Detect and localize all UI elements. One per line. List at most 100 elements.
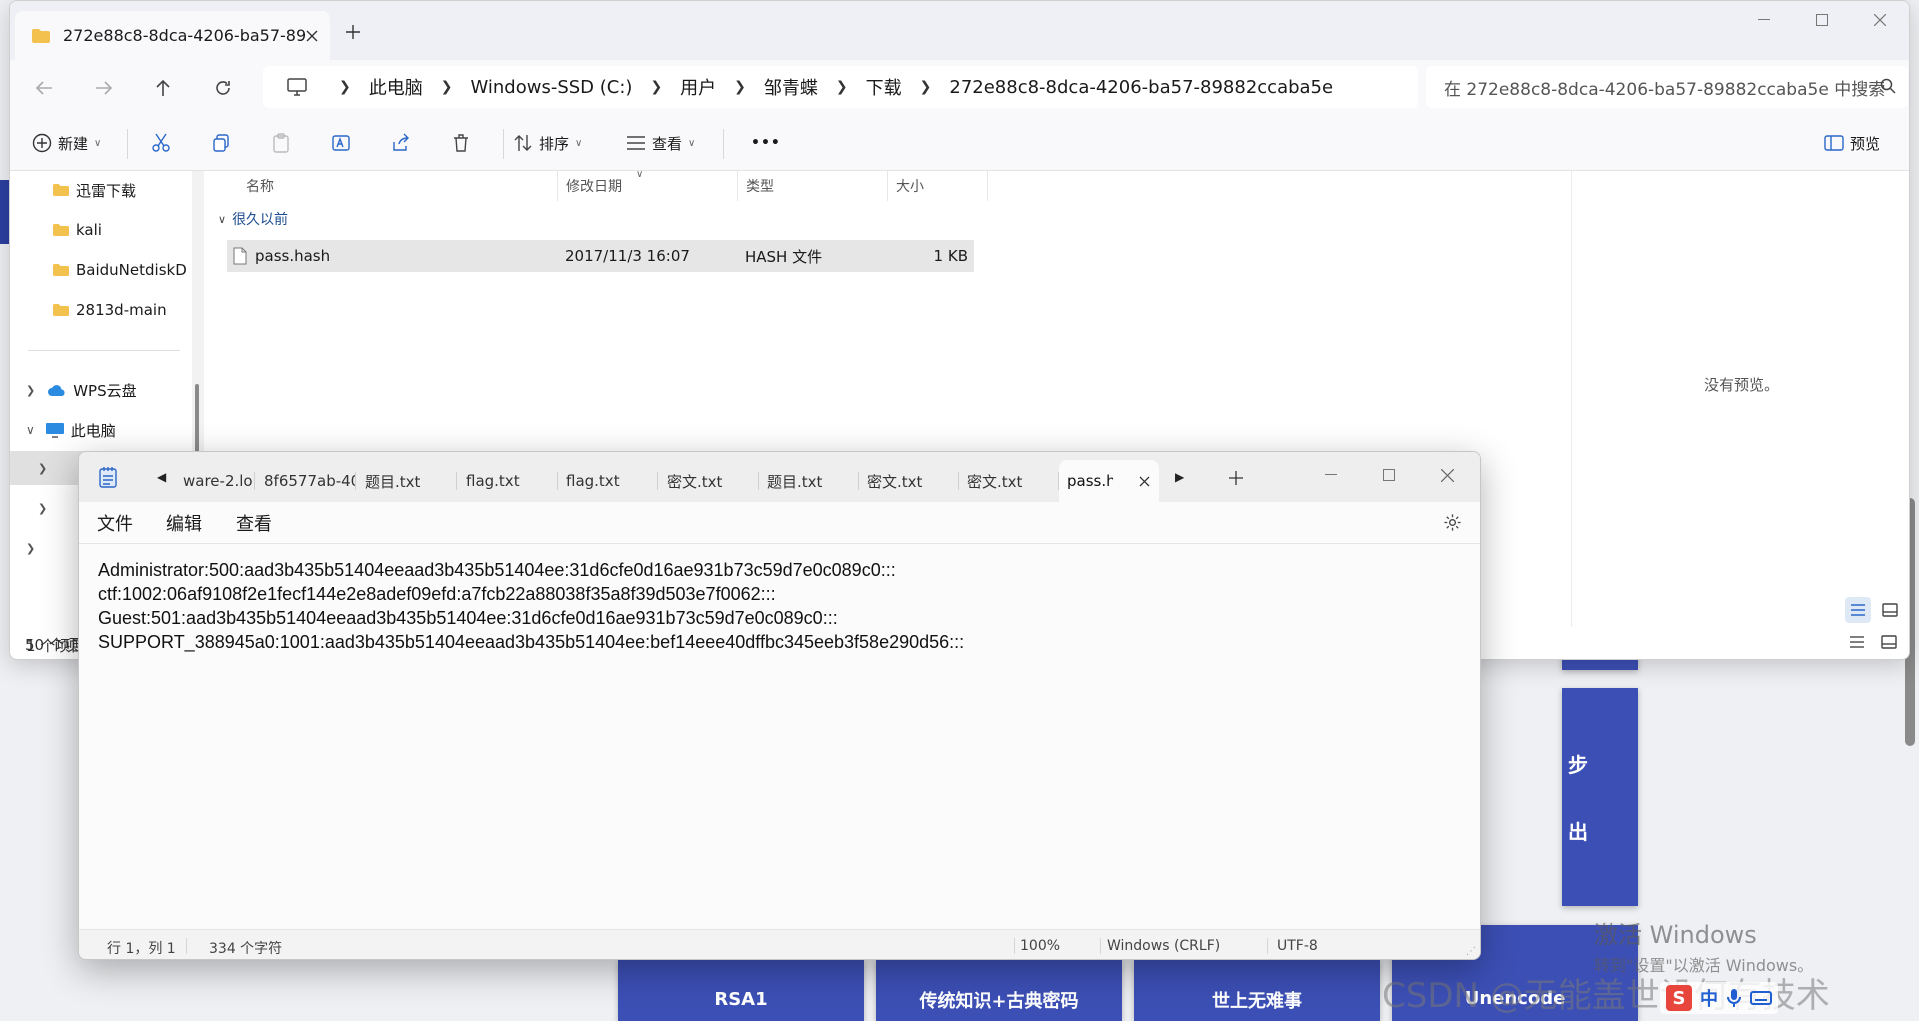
- menu-view[interactable]: 查看: [236, 510, 272, 536]
- file-row[interactable]: pass.hash 2017/11/3 16:07 HASH 文件 1 KB: [227, 240, 974, 272]
- more-options-button[interactable]: •••: [751, 115, 781, 171]
- chevron-right-icon[interactable]: ❯: [38, 502, 47, 515]
- nav-item-network[interactable]: ❯: [26, 531, 35, 565]
- nav-item-baidunetdisk[interactable]: BaiduNetdiskD: [52, 253, 187, 287]
- close-icon[interactable]: [1418, 456, 1476, 494]
- minimize-icon[interactable]: [1735, 1, 1793, 39]
- column-header-date[interactable]: 修改日期: [558, 171, 738, 201]
- line-ending[interactable]: Windows (CRLF): [1107, 938, 1220, 954]
- group-header[interactable]: ∨ 很久以前: [218, 209, 288, 229]
- nav-item-xunlei[interactable]: 迅雷下载: [52, 173, 136, 207]
- breadcrumb-users[interactable]: 用户: [680, 74, 716, 100]
- breadcrumb-this-pc[interactable]: 此电脑: [369, 74, 423, 100]
- chevron-right-icon[interactable]: ❯: [26, 542, 35, 555]
- nav-item-kali[interactable]: kali: [52, 213, 102, 247]
- bg-card-classic-crypto[interactable]: 传统知识+古典密码: [876, 960, 1122, 1021]
- bg-card-rsa1[interactable]: RSA1: [618, 960, 864, 1021]
- details-view-icon[interactable]: [1845, 597, 1871, 623]
- sort-button[interactable]: 排序 ∨: [513, 115, 582, 171]
- keyboard-icon[interactable]: [1750, 990, 1772, 1006]
- maximize-icon[interactable]: [1360, 456, 1418, 494]
- chevron-right-icon[interactable]: ❯: [650, 79, 662, 95]
- ime-toolbar[interactable]: S 中: [1660, 982, 1778, 1014]
- tiles-view-icon[interactable]: [1876, 629, 1902, 655]
- search-icon[interactable]: [1880, 78, 1896, 94]
- notepad-tab[interactable]: 题目.txt: [759, 460, 859, 502]
- column-header-name[interactable]: 名称: [238, 171, 558, 201]
- breadcrumb-downloads[interactable]: 下载: [866, 74, 902, 100]
- menu-edit[interactable]: 编辑: [166, 510, 202, 536]
- chevron-right-icon[interactable]: ❯: [38, 462, 47, 475]
- breadcrumb-user[interactable]: 邹青蝶: [764, 74, 818, 100]
- encoding[interactable]: UTF-8: [1277, 938, 1318, 954]
- scroll-tabs-right-icon[interactable]: ▶: [1175, 470, 1184, 484]
- chevron-right-icon[interactable]: ❯: [339, 79, 351, 95]
- close-icon[interactable]: [1851, 1, 1909, 39]
- close-tab-icon[interactable]: [1139, 476, 1150, 487]
- notepad-tab[interactable]: flag.txt: [458, 460, 558, 502]
- forward-arrow-icon[interactable]: [84, 70, 124, 106]
- chevron-right-icon[interactable]: ❯: [836, 79, 848, 95]
- zoom-level[interactable]: 100%: [1020, 938, 1060, 954]
- text-editor[interactable]: Administrator:500:aad3b435b51404eeaad3b4…: [79, 544, 1480, 929]
- minimize-icon[interactable]: [1302, 456, 1360, 494]
- new-tab-icon[interactable]: [346, 25, 360, 39]
- column-header-type[interactable]: 类型: [738, 171, 888, 201]
- details-view-icon[interactable]: [1844, 629, 1870, 655]
- chevron-right-icon[interactable]: ❯: [734, 79, 746, 95]
- notepad-tab[interactable]: 密文.txt: [959, 460, 1059, 502]
- nav-item-wps-cloud[interactable]: ❯ WPS云盘: [26, 373, 137, 407]
- scroll-tabs-left-icon[interactable]: ◀: [157, 470, 166, 484]
- new-tab-icon[interactable]: [1229, 471, 1243, 485]
- notepad-tab[interactable]: 8f6577ab-40: [256, 460, 356, 502]
- notepad-tab[interactable]: 密文.txt: [659, 460, 759, 502]
- chevron-right-icon[interactable]: ❯: [26, 384, 35, 397]
- close-tab-icon[interactable]: [306, 30, 318, 42]
- breadcrumb-drive[interactable]: Windows-SSD (C:): [470, 77, 632, 98]
- chevron-right-icon[interactable]: ❯: [441, 79, 453, 95]
- address-bar[interactable]: ❯ 此电脑 ❯ Windows-SSD (C:) ❯ 用户 ❯ 邹青蝶 ❯ 下载…: [263, 66, 1418, 108]
- resize-grip-icon[interactable]: ⋰: [1466, 946, 1476, 957]
- up-arrow-icon[interactable]: [143, 70, 183, 106]
- new-button[interactable]: 新建 ∨: [32, 115, 101, 171]
- cut-button[interactable]: [151, 115, 171, 171]
- bg-card-nothing-hard[interactable]: 世上无难事: [1134, 960, 1380, 1021]
- explorer-titlebar[interactable]: 272e88c8-8dca-4206-ba57-89: [10, 1, 1909, 60]
- nav-item-this-pc[interactable]: ∨ 此电脑: [26, 413, 116, 447]
- share-button[interactable]: [391, 115, 411, 171]
- ime-language-indicator[interactable]: 中: [1700, 985, 1718, 1011]
- notepad-titlebar[interactable]: ◀ ware-2.lo 8f6577ab-40 题目.txt flag.txt …: [79, 452, 1480, 502]
- computer-icon[interactable]: [287, 78, 307, 96]
- copy-button[interactable]: [211, 115, 231, 171]
- chevron-right-icon[interactable]: ❯: [920, 79, 932, 95]
- nav-item-2813d-main[interactable]: 2813d-main: [52, 293, 167, 327]
- breadcrumb-current-folder[interactable]: 272e88c8-8dca-4206-ba57-89882ccaba5e: [949, 77, 1333, 98]
- delete-button[interactable]: [451, 115, 471, 171]
- paste-button[interactable]: [271, 115, 291, 171]
- back-arrow-icon[interactable]: [24, 70, 64, 106]
- column-header-size[interactable]: 大小: [888, 171, 988, 201]
- view-button[interactable]: 查看 ∨: [626, 115, 695, 171]
- search-placeholder[interactable]: 在 272e88c8-8dca-4206-ba57-89882ccaba5e 中…: [1444, 75, 1885, 100]
- notepad-tab[interactable]: flag.txt: [558, 460, 658, 502]
- rename-button[interactable]: [331, 115, 351, 171]
- menu-file[interactable]: 文件: [97, 510, 133, 536]
- notepad-tab[interactable]: ware-2.lo: [175, 460, 255, 502]
- maximize-icon[interactable]: [1793, 1, 1851, 39]
- notepad-tab[interactable]: 密文.txt: [859, 460, 959, 502]
- chevron-down-icon[interactable]: ∨: [26, 423, 35, 437]
- microphone-icon[interactable]: [1726, 988, 1742, 1008]
- preview-pane-button[interactable]: 预览: [1824, 115, 1880, 171]
- file-name-cell[interactable]: pass.hash: [233, 240, 330, 272]
- chevron-down-icon[interactable]: ∨: [218, 213, 226, 226]
- bg-card-side[interactable]: 步 出: [1562, 688, 1638, 906]
- explorer-tab[interactable]: 272e88c8-8dca-4206-ba57-89: [15, 11, 330, 60]
- sogou-ime-icon[interactable]: S: [1666, 985, 1692, 1011]
- search-box[interactable]: 在 272e88c8-8dca-4206-ba57-89882ccaba5e 中…: [1426, 66, 1908, 108]
- notepad-tab[interactable]: 题目.txt: [357, 460, 457, 502]
- gear-icon[interactable]: [1443, 513, 1462, 532]
- refresh-icon[interactable]: [203, 70, 243, 106]
- notepad-tab-active[interactable]: pass.h: [1059, 460, 1159, 502]
- tiles-view-icon[interactable]: [1877, 597, 1903, 623]
- nav-item-drive[interactable]: ❯: [38, 491, 47, 525]
